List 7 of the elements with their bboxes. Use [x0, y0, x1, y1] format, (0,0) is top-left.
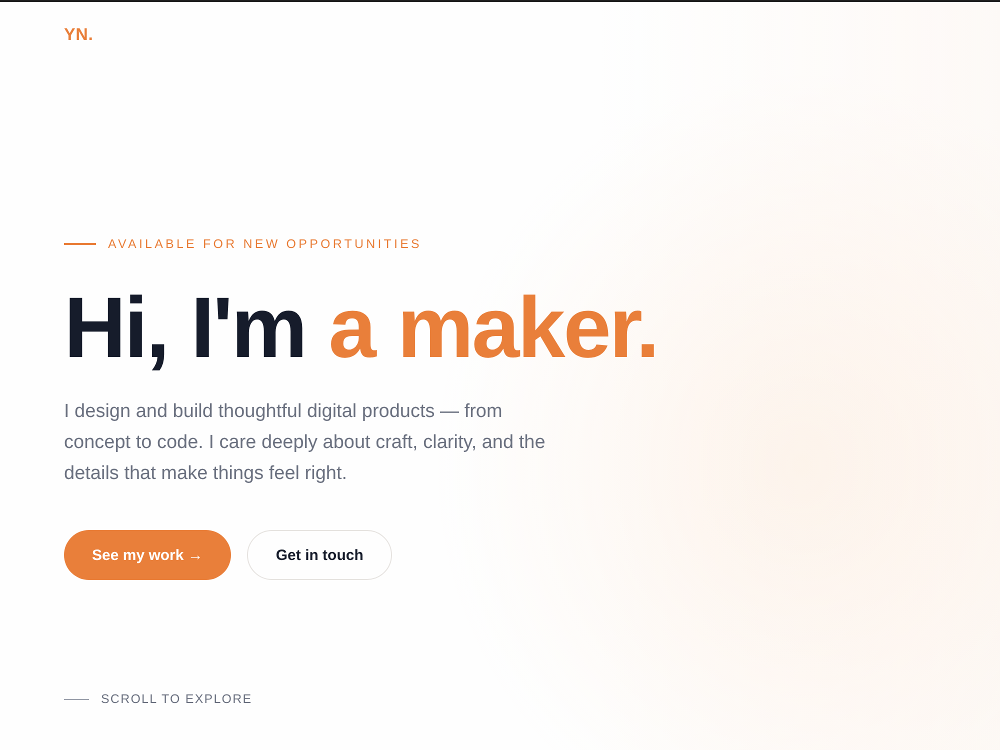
contact-button[interactable]: Get in touch	[246, 530, 392, 580]
see-work-button[interactable]: See my work →	[64, 530, 231, 580]
hero-heading: Hi, I'm a maker.	[64, 282, 658, 374]
availability-label: AVAILABLE FOR NEW OPPORTUNITIES	[108, 236, 422, 252]
scroll-hint: SCROLL TO EXPLORE	[101, 691, 252, 707]
logo[interactable]: YN.	[64, 25, 94, 44]
intro-paragraph: I design and build thoughtful digital products — from concept to code. I care deeply about craft, clarity, and the details that make things feel right.	[64, 400, 546, 486]
